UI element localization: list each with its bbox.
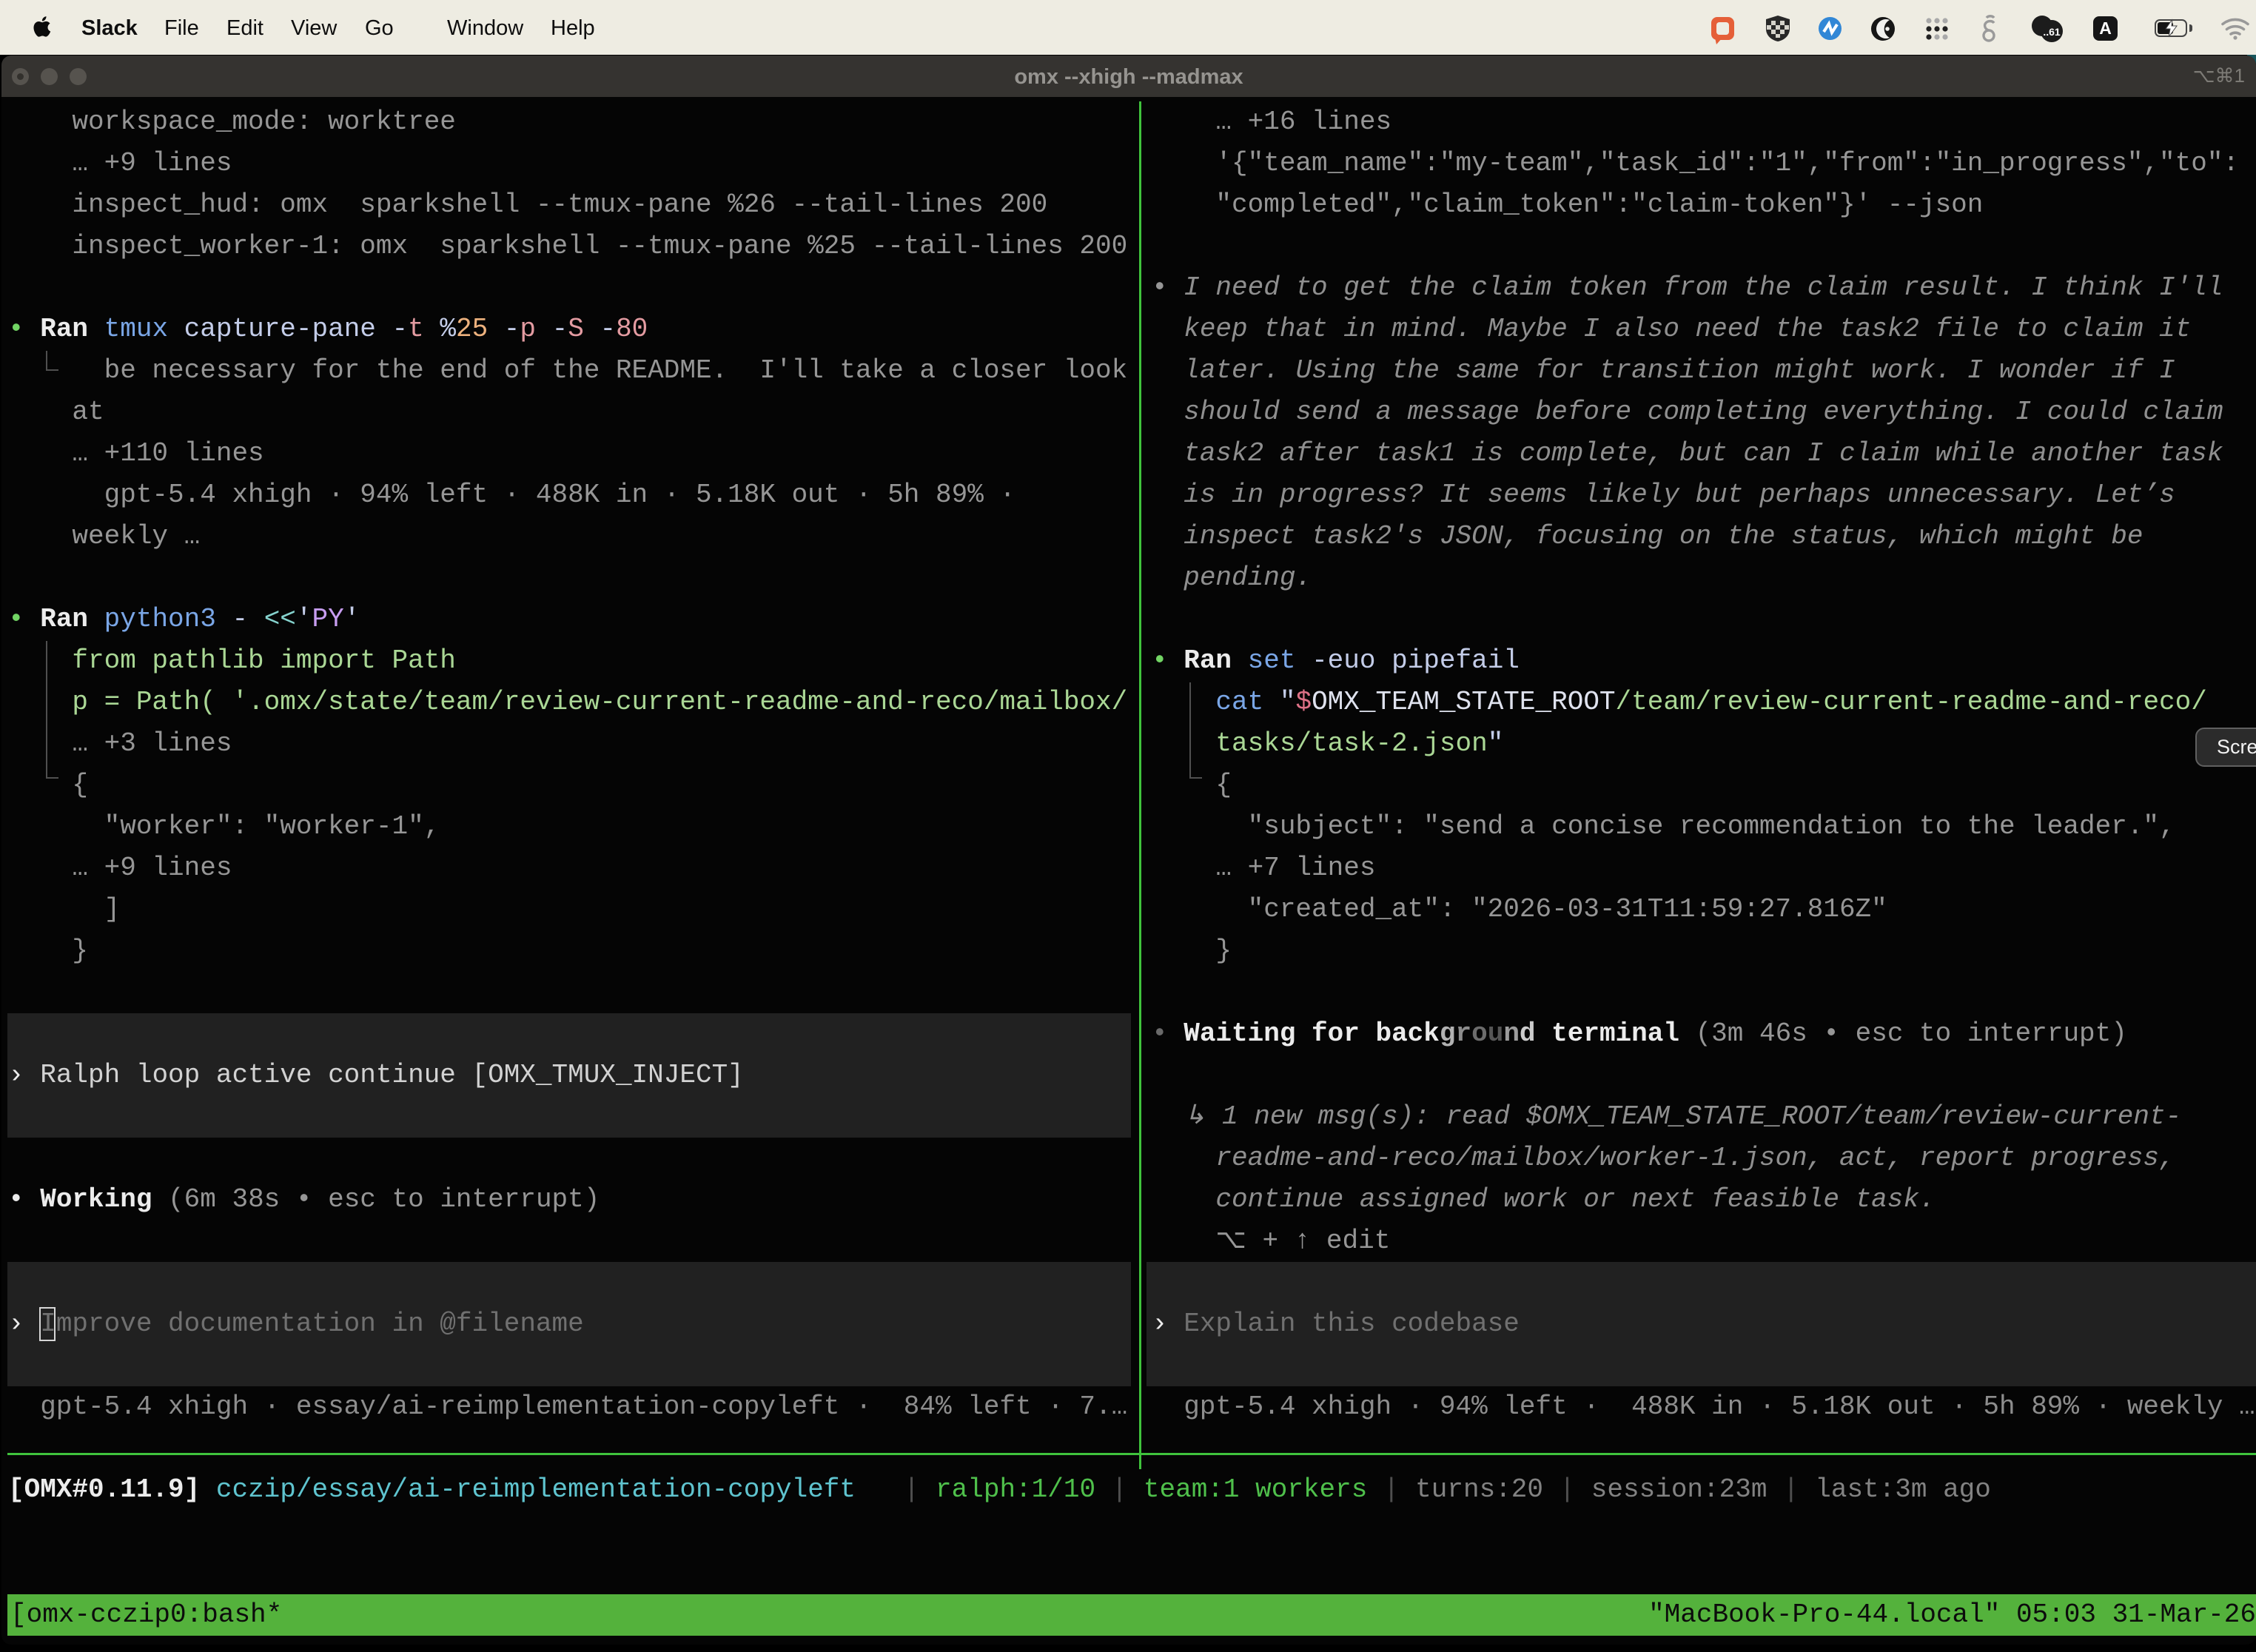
svg-text:..61: ..61 [2043, 26, 2061, 38]
